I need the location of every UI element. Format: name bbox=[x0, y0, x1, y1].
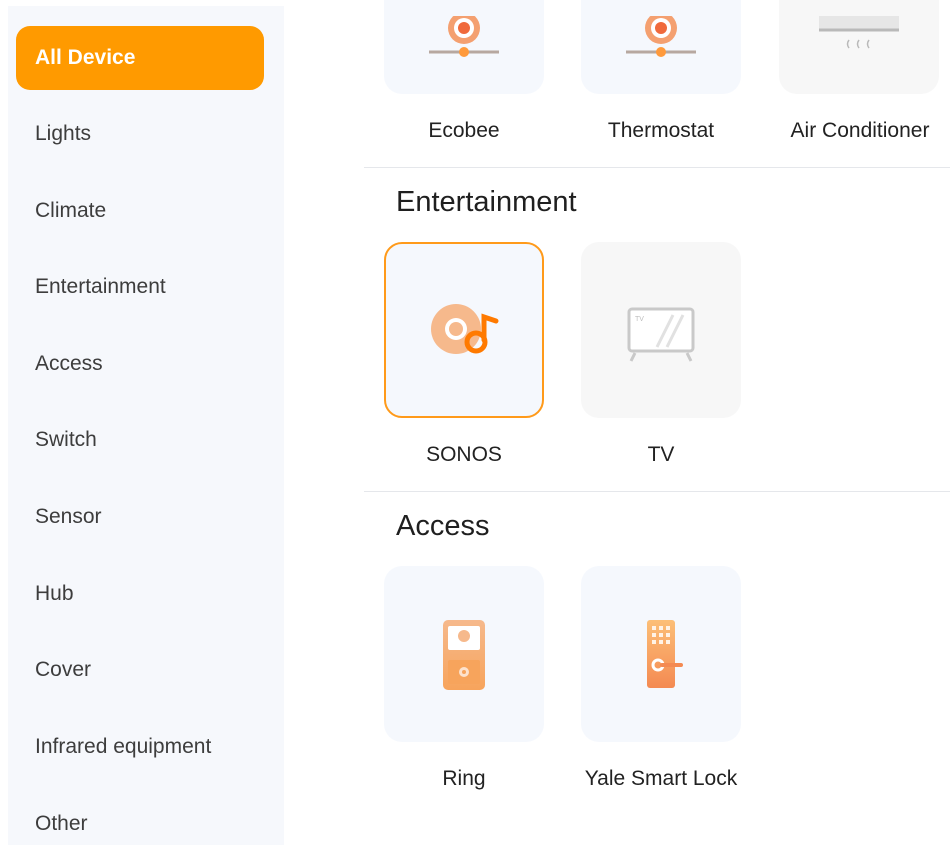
tv-icon: TV bbox=[627, 307, 695, 362]
device-card-ecobee[interactable] bbox=[384, 0, 544, 94]
sidebar-item-all-device[interactable]: All Device bbox=[16, 26, 264, 90]
device-label-thermostat: Thermostat bbox=[607, 119, 715, 142]
device-card-ring[interactable] bbox=[384, 566, 544, 742]
sidebar-item-climate[interactable]: Climate bbox=[16, 179, 264, 243]
sidebar-item-entertainment[interactable]: Entertainment bbox=[16, 255, 264, 319]
section-divider bbox=[364, 491, 950, 492]
device-card-tv[interactable]: TV bbox=[581, 242, 741, 418]
device-card-air-conditioner[interactable] bbox=[779, 0, 939, 94]
section-title-access: Access bbox=[396, 510, 490, 542]
category-sidebar: All Device Lights Climate Entertainment … bbox=[8, 6, 284, 845]
sidebar-item-hub[interactable]: Hub bbox=[16, 562, 264, 626]
thermostat-icon bbox=[429, 16, 499, 57]
sidebar-item-cover[interactable]: Cover bbox=[16, 638, 264, 702]
section-title-entertainment: Entertainment bbox=[396, 186, 577, 218]
device-label-air-conditioner: Air Conditioner bbox=[790, 119, 930, 142]
thermostat-icon bbox=[626, 16, 696, 57]
device-label-tv: TV bbox=[647, 443, 675, 466]
speaker-music-icon bbox=[431, 304, 499, 354]
device-label-ring: Ring bbox=[442, 767, 486, 790]
sidebar-item-other[interactable]: Other bbox=[16, 792, 264, 856]
sidebar-item-switch[interactable]: Switch bbox=[16, 408, 264, 472]
device-card-thermostat[interactable] bbox=[581, 0, 741, 94]
svg-text:TV: TV bbox=[635, 316, 644, 323]
device-card-yale-smart-lock[interactable] bbox=[581, 566, 741, 742]
device-label-yale-smart-lock: Yale Smart Lock bbox=[584, 767, 738, 790]
device-label-sonos: SONOS bbox=[426, 443, 502, 466]
sidebar-item-access[interactable]: Access bbox=[16, 332, 264, 396]
sidebar-item-lights[interactable]: Lights bbox=[16, 102, 264, 166]
section-divider bbox=[364, 167, 950, 168]
device-list: Ecobee Thermostat Air Conditioner Entert… bbox=[364, 0, 950, 845]
device-card-sonos[interactable] bbox=[384, 242, 544, 418]
doorbell-icon bbox=[443, 620, 485, 690]
air-conditioner-icon bbox=[819, 16, 899, 49]
sidebar-item-sensor[interactable]: Sensor bbox=[16, 485, 264, 549]
device-label-ecobee: Ecobee bbox=[428, 119, 500, 142]
sidebar-item-infrared-equipment[interactable]: Infrared equipment bbox=[16, 715, 264, 779]
smart-lock-icon bbox=[647, 620, 683, 688]
